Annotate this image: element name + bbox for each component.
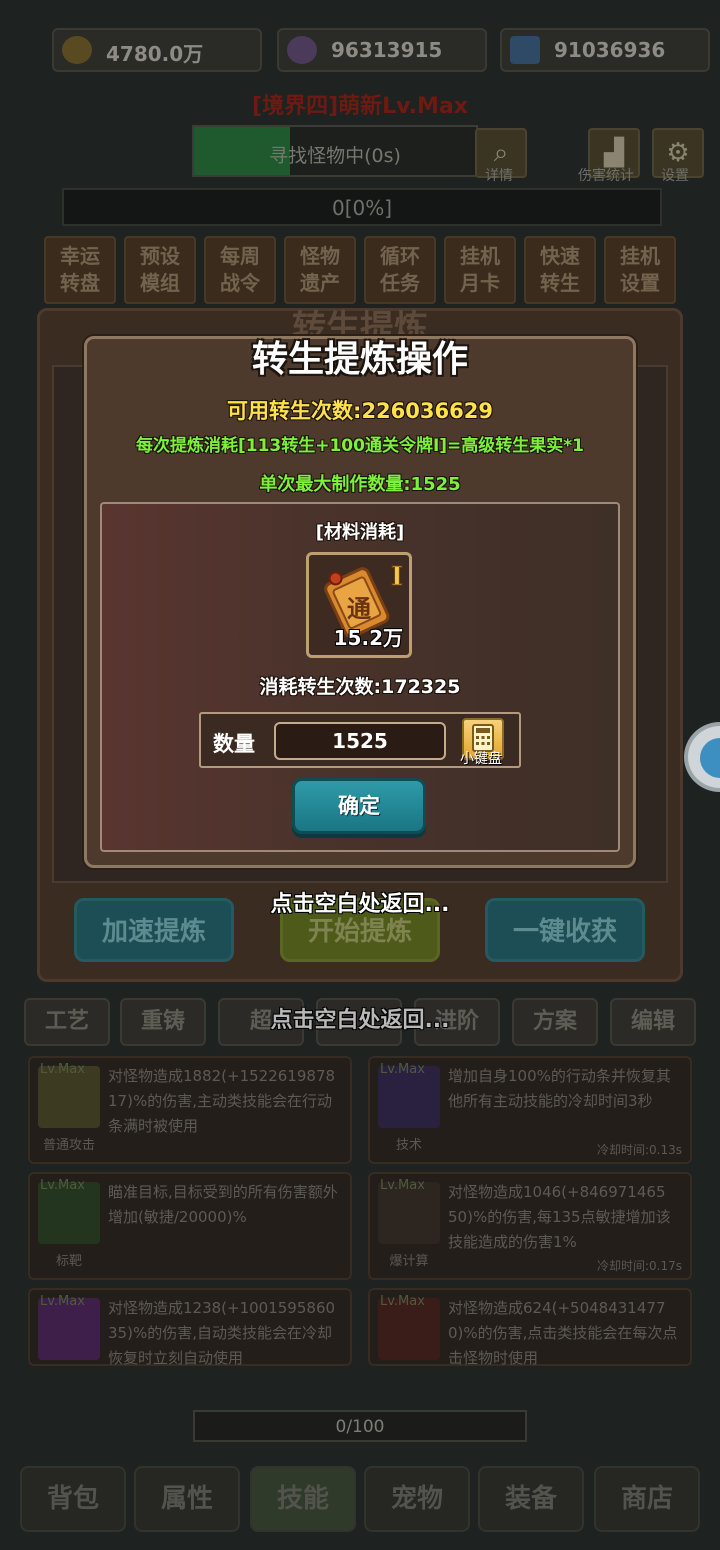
token-char: 通 [347, 595, 371, 623]
skill-name: 技术 [395, 1138, 422, 1153]
gold-value: 4780.0万 [106, 42, 204, 66]
skill-level: Lv.Max [40, 1178, 85, 1193]
magnifier-icon: ⌕ [493, 138, 509, 168]
cube-icon [700, 738, 720, 778]
feature-idle-settings[interactable]: 挂机 设置 [604, 236, 676, 304]
feature-label: 循环 [380, 244, 420, 268]
skill-level: Lv.Max [40, 1294, 85, 1309]
pass-token-item[interactable]: 通 I 15.2万 [306, 552, 412, 658]
settings-label: 设置 [661, 168, 689, 184]
skill-name: 标靶 [55, 1254, 82, 1269]
gold-icon [62, 36, 92, 64]
skill-level: Lv.Max [380, 1178, 425, 1193]
material-count: 15.2万 [333, 626, 403, 650]
feature-label: 快速 [540, 244, 580, 268]
nav-shop[interactable]: 商店 [594, 1466, 700, 1532]
quantity-label: 数量 [213, 732, 255, 756]
search-status: 寻找怪物中(0s) [269, 145, 401, 167]
ticket-icon [510, 36, 540, 64]
skill-name: 爆计算 [389, 1254, 429, 1269]
main-progress-text: 0[0%] [331, 196, 393, 220]
feature-label: 月卡 [460, 271, 500, 295]
exp-progress-text: 0/100 [335, 1417, 385, 1437]
nav-attributes[interactable]: 属性 [134, 1466, 240, 1532]
skill-desc: 对怪物造成1046(+846971465 50)%的伤害,每135点敏捷增加该技… [448, 1183, 671, 1251]
feature-label: 任务 [380, 271, 420, 295]
feature-label: 模组 [140, 271, 180, 295]
refine-cost-formula: 每次提炼消耗[113转生+100通关令牌I]=高级转生果实*1 [135, 436, 585, 456]
feature-loop-task[interactable]: 循环 任务 [364, 236, 436, 304]
feature-preset-module[interactable]: 预设 模组 [124, 236, 196, 304]
skill-level: Lv.Max [40, 1062, 85, 1077]
realm-title: [境界四]萌新Lv.Max [252, 94, 468, 119]
gold-resource: 4780.0万 [52, 28, 262, 72]
monster-search-bar: 寻找怪物中(0s) [192, 125, 478, 177]
nav-skills[interactable]: 技能 [250, 1466, 356, 1532]
chart-icon: ▟ [604, 138, 624, 168]
nav-pets[interactable]: 宠物 [364, 1466, 470, 1532]
crystal-resource: 96313915 [277, 28, 487, 72]
feature-label: 预设 [140, 244, 180, 268]
damage-stats-label: 伤害统计 [578, 168, 634, 184]
skill-card[interactable]: Lv.Max 对怪物造成624(+5048431477 0)%的伤害,点击类技能… [368, 1288, 692, 1367]
skill-desc: 瞄准目标,目标受到的所有伤害额外增加(敏捷/20000)% [108, 1183, 338, 1226]
skill-level: Lv.Max [380, 1062, 425, 1077]
token-grade: I [391, 562, 403, 592]
skill-card[interactable]: Lv.Max 普通攻击 对怪物造成1882(+1522619878 17)%的伤… [28, 1056, 352, 1164]
quantity-input[interactable]: 1525 [274, 722, 446, 760]
skill-card[interactable]: Lv.Max 对怪物造成1238(+1001595860 35)%的伤害,自动类… [28, 1288, 352, 1367]
skill-desc: 对怪物造成624(+5048431477 0)%的伤害,点击类技能会在每次点击怪… [448, 1299, 678, 1367]
feature-monster-legacy[interactable]: 怪物 遗产 [284, 236, 356, 304]
crystal-value: 96313915 [331, 38, 443, 62]
consume-rebirth-count: 消耗转生次数:172325 [259, 676, 461, 698]
ticket-value: 91036936 [554, 38, 666, 62]
feature-label: 挂机 [460, 244, 500, 268]
nav-equipment[interactable]: 装备 [478, 1466, 584, 1532]
detail-label: 详情 [485, 168, 513, 184]
skill-level: Lv.Max [380, 1294, 425, 1309]
feature-weekly-pass[interactable]: 每周 战令 [204, 236, 276, 304]
skill-card[interactable]: Lv.Max 标靶 瞄准目标,目标受到的所有伤害额外增加(敏捷/20000)% [28, 1172, 352, 1280]
feature-label: 转生 [540, 271, 580, 295]
skill-desc: 对怪物造成1882(+1522619878 17)%的伤害,主动类技能会在行动条… [108, 1067, 336, 1135]
feature-lucky-wheel[interactable]: 幸运 转盘 [44, 236, 116, 304]
keypad-label: 小键盘 [460, 751, 502, 767]
skill-cooldown: 冷却时间:0.17s [596, 1259, 682, 1273]
skill-desc: 增加自身100%的行动条并恢复其他所有主动技能的冷却时间3秒 [448, 1067, 671, 1110]
skill-desc: 对怪物造成1238(+1001595860 35)%的伤害,自动类技能会在冷却恢… [108, 1299, 336, 1367]
ticket-resource: 91036936 [500, 28, 710, 72]
main-progress-bar: 0[0%] [62, 188, 662, 226]
feature-idle-card[interactable]: 挂机 月卡 [444, 236, 516, 304]
skill-card[interactable]: Lv.Max 技术 增加自身100%的行动条并恢复其他所有主动技能的冷却时间3秒… [368, 1056, 692, 1164]
feature-label: 转盘 [60, 271, 100, 295]
feature-label: 设置 [620, 271, 660, 295]
feature-quick-rebirth[interactable]: 快速 转生 [524, 236, 596, 304]
skill-cooldown: 冷却时间:0.13s [596, 1143, 682, 1157]
feature-label: 每周 [220, 244, 260, 268]
feature-label: 幸运 [60, 244, 100, 268]
confirm-button[interactable]: 确定 [292, 778, 426, 834]
skill-card[interactable]: Lv.Max 爆计算 对怪物造成1046(+846971465 50)%的伤害,… [368, 1172, 692, 1280]
skill-name: 普通攻击 [42, 1138, 95, 1153]
feature-label: 遗产 [300, 271, 340, 295]
available-rebirth-count: 可用转生次数:226036629 [227, 399, 493, 423]
return-tip-background[interactable]: 点击空白处返回... [0, 1002, 720, 1034]
crystal-icon [287, 36, 317, 64]
feature-label: 怪物 [300, 244, 340, 268]
dialog-title: 转生提炼操作 [251, 339, 468, 380]
nav-backpack[interactable]: 背包 [20, 1466, 126, 1532]
feature-label: 挂机 [620, 244, 660, 268]
exp-progress-bar: 0/100 [193, 1410, 527, 1442]
material-header: [材料消耗] [315, 522, 405, 543]
feature-label: 战令 [220, 271, 260, 295]
gear-icon: ⚙ [666, 138, 690, 168]
return-tip[interactable]: 点击空白处返回... [0, 886, 720, 918]
max-craft-count: 单次最大制作数量:1525 [259, 474, 461, 495]
